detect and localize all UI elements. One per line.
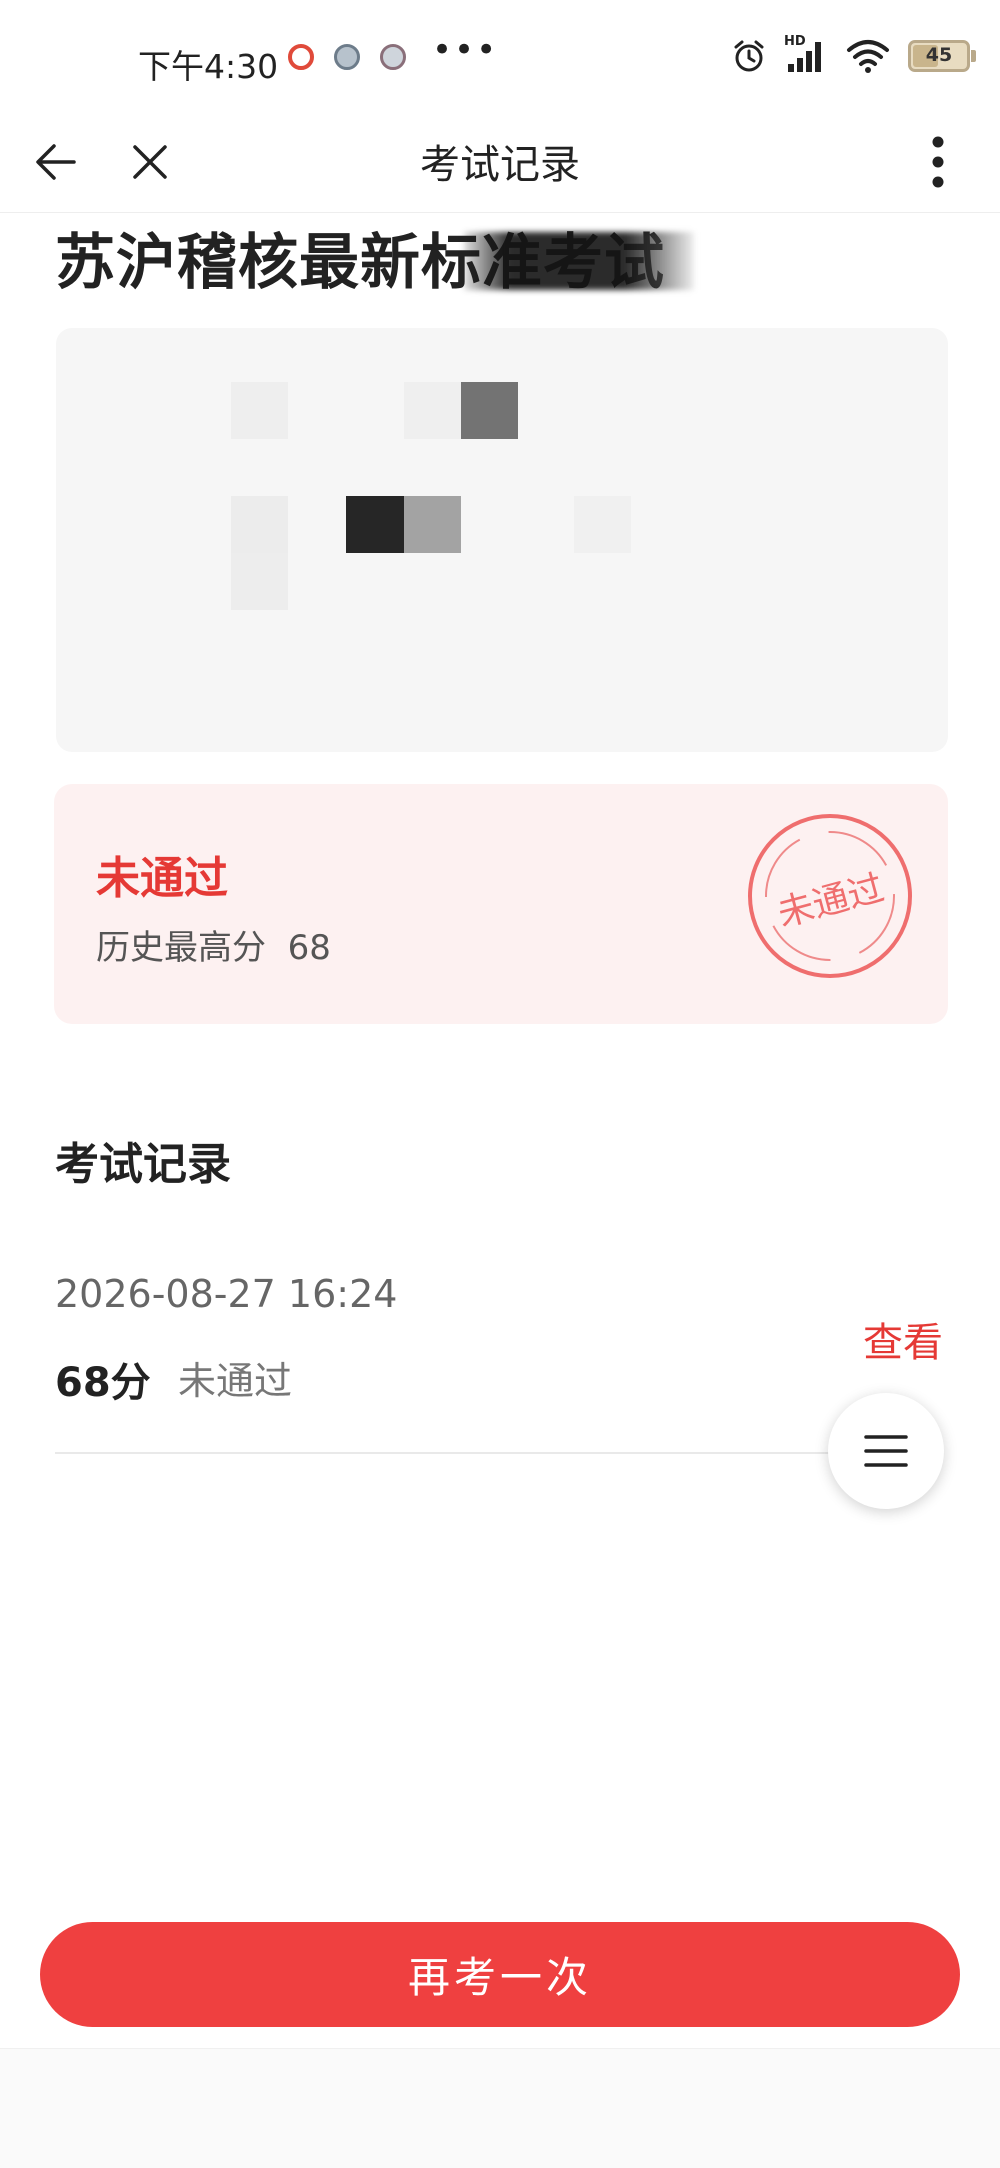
notification-icon-2	[334, 44, 360, 70]
fail-stamp: 未通过	[746, 812, 914, 980]
retake-exam-button[interactable]: 再考一次	[40, 1922, 960, 2027]
redacted-block	[404, 496, 461, 553]
nav-bar: 考试记录	[0, 110, 1000, 213]
redacted-block	[231, 496, 288, 553]
best-score-line: 历史最高分 68	[96, 920, 331, 969]
view-record-link[interactable]: 查看	[863, 1310, 943, 1368]
alarm-icon	[734, 40, 764, 72]
more-vertical-icon	[932, 136, 944, 188]
floating-menu-button[interactable]	[828, 1393, 944, 1509]
status-time: 下午4:30	[138, 47, 279, 86]
battery-icon: 45	[908, 40, 976, 72]
redacted-block	[404, 382, 461, 439]
redacted-region	[464, 232, 694, 290]
exam-info-card	[56, 328, 948, 752]
notification-icon-3	[380, 44, 406, 70]
record-date: 2026-08-27 16:24	[55, 1272, 398, 1316]
more-options-button[interactable]	[906, 130, 970, 194]
record-divider	[55, 1452, 855, 1454]
redacted-block	[574, 496, 631, 553]
redacted-block	[231, 382, 288, 439]
best-score-value: 68	[287, 928, 331, 968]
record-status: 未通过	[178, 1359, 293, 1403]
more-notifications-icon: •••	[432, 30, 499, 70]
status-bar: 下午4:30 ••• HD 45	[0, 0, 1000, 110]
result-status: 未通过	[96, 853, 228, 904]
cellular-signal-icon: HD	[784, 34, 828, 74]
battery-level: 45	[925, 44, 953, 66]
records-heading: 考试记录	[55, 1139, 231, 1190]
redacted-block	[346, 496, 404, 553]
redacted-block	[231, 553, 288, 610]
best-score-label: 历史最高分	[96, 928, 266, 968]
wifi-icon	[847, 40, 889, 73]
record-score: 68分	[55, 1360, 151, 1406]
notification-icon-1	[288, 44, 314, 70]
bottom-nav-area	[0, 2048, 1000, 2168]
result-card: 未通过 历史最高分 68 未通过	[54, 784, 948, 1024]
menu-icon	[864, 1435, 908, 1467]
redacted-block	[461, 382, 518, 439]
page-title: 考试记录	[420, 142, 580, 188]
